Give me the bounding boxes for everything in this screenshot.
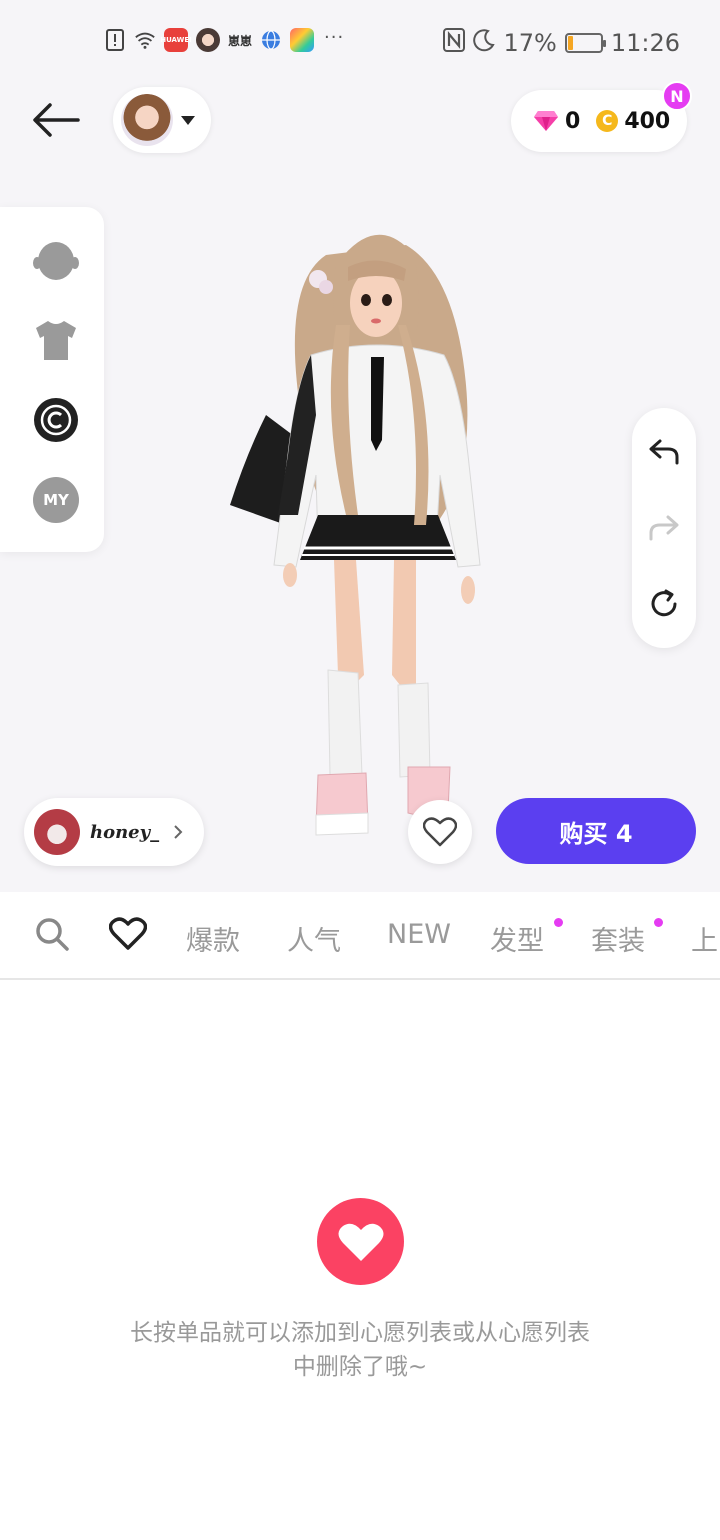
reset-icon: [651, 589, 677, 617]
avatar-stage: HUAWEI 崽崽 ··· 17% 11:26 0 C 400 N MY hon…: [0, 0, 720, 892]
my-label: MY: [33, 477, 79, 523]
undo-icon: [649, 439, 679, 465]
tab-new[interactable]: NEW: [387, 919, 451, 950]
search-tab[interactable]: [32, 914, 72, 954]
browser-icon: [260, 29, 282, 51]
chevron-right-icon: [174, 825, 183, 839]
wishlist-empty-icon: [317, 1198, 404, 1285]
coin-icon: C: [596, 110, 619, 132]
caret-down-icon: [181, 115, 195, 125]
back-arrow-icon: [33, 103, 80, 137]
head-icon: [33, 242, 79, 280]
tab-hot[interactable]: 爆款: [186, 919, 240, 958]
avatar-switcher[interactable]: [113, 87, 211, 153]
avatar: [121, 94, 173, 146]
heart-outline-icon: [423, 817, 457, 847]
heart-icon: [109, 917, 147, 950]
redo-icon: [649, 515, 679, 541]
moon-icon: [473, 28, 496, 58]
copyright-icon: [34, 398, 78, 442]
edit-history-panel: [632, 408, 696, 648]
currency-balance[interactable]: 0 C 400: [511, 90, 687, 152]
nfc-icon: [443, 28, 466, 58]
empty-message-line-1: 长按单品就可以添加到心愿列表或从心愿列表: [130, 1320, 590, 1346]
battery-icon: [564, 33, 606, 53]
creator-chip[interactable]: honey_: [24, 798, 204, 866]
wifi-icon: [134, 29, 156, 51]
profile-app-icon: [196, 28, 220, 52]
category-tabs: 爆款 人气 NEW 发型 套装 上: [0, 892, 720, 980]
tab-tops[interactable]: 上: [691, 919, 718, 958]
diamond-icon: [534, 111, 558, 131]
reset-button[interactable]: [646, 586, 682, 622]
creator-avatar: [34, 809, 80, 855]
more-notifications-icon: ···: [324, 26, 345, 48]
tab-outfit[interactable]: 套装: [591, 919, 645, 958]
clothes-category-button[interactable]: [33, 317, 79, 363]
undo-button[interactable]: [646, 434, 682, 470]
tab-outfit-badge: [654, 918, 663, 927]
category-panel: MY: [0, 207, 104, 552]
shirt-icon: [36, 321, 76, 360]
buy-button[interactable]: 购买 4: [496, 798, 696, 864]
status-bar: HUAWEI 崽崽 ··· 17% 11:26: [0, 22, 720, 62]
back-button[interactable]: [30, 98, 82, 142]
clock: 11:26: [610, 29, 680, 57]
status-right: 17% 11:26: [443, 28, 680, 58]
wishlist-empty-message: 长按单品就可以添加到心愿列表或从心愿列表 中删除了哦~: [80, 1316, 640, 1384]
favorite-button[interactable]: [408, 800, 472, 864]
search-icon: [36, 918, 69, 951]
redo-button[interactable]: [646, 510, 682, 546]
avatar-character: [230, 234, 481, 836]
appgallery-icon: HUAWEI: [160, 28, 192, 52]
new-badge: N: [662, 81, 692, 111]
creator-name: honey_: [90, 821, 160, 843]
empty-message-line-2: 中删除了哦~: [292, 1354, 428, 1380]
tab-hairstyle-badge: [554, 918, 563, 927]
diamond-count: 0: [565, 108, 581, 134]
coin-count: 400: [624, 108, 671, 134]
battery-percent: 17%: [503, 29, 557, 57]
head-category-button[interactable]: [33, 237, 79, 283]
my-category-button[interactable]: MY: [33, 477, 79, 523]
tab-popular[interactable]: 人气: [287, 919, 341, 958]
heart-filled-icon: [338, 1223, 383, 1261]
status-app-label: 崽崽: [228, 33, 253, 48]
alert-sim-icon: [104, 29, 126, 51]
theme-app-icon: [290, 28, 315, 52]
battery-level: [567, 36, 573, 50]
creator-category-button[interactable]: [33, 397, 79, 443]
wishlist-tab[interactable]: [108, 914, 148, 954]
tab-hairstyle[interactable]: 发型: [490, 919, 544, 958]
status-left: HUAWEI 崽崽 ···: [104, 26, 345, 52]
